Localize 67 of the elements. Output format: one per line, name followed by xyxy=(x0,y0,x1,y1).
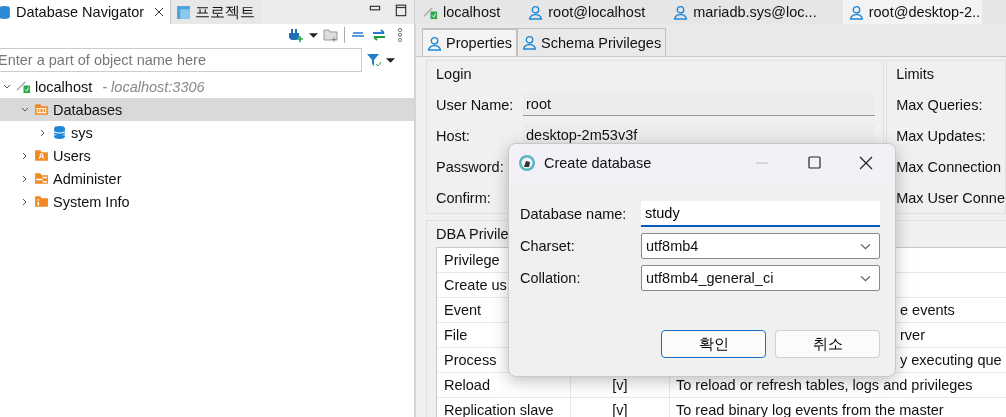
table-cell: Process xyxy=(444,352,497,368)
group-title: Limits xyxy=(896,65,935,84)
table-folder-icon xyxy=(34,102,49,117)
table-cell: Reload xyxy=(444,377,490,393)
field-label: Max Updates: xyxy=(896,127,986,144)
field-label: Confirm: xyxy=(436,189,492,206)
dialog-title: Create database xyxy=(544,155,652,171)
panel-tab[interactable]: Database Navigator xyxy=(0,0,171,24)
tree-item[interactable]: Administer xyxy=(0,167,414,190)
field-label: Password: xyxy=(436,158,505,175)
table-cell-text: To reload or refresh tables, logs and privileges xyxy=(675,377,973,393)
group-title: Login xyxy=(436,65,472,84)
tree-item[interactable]: sys xyxy=(0,121,414,144)
add-connection-icon[interactable] xyxy=(288,27,304,43)
ok-button[interactable]: 확인 xyxy=(661,330,766,358)
users-folder-icon xyxy=(34,148,49,163)
editor-tab[interactable]: root@localhost xyxy=(526,0,672,24)
table-cell: rver xyxy=(900,327,925,343)
window-icon xyxy=(176,4,192,20)
field-label: Collation: xyxy=(520,270,582,286)
field-label: Host: xyxy=(436,127,471,144)
group-title: DBA Privile xyxy=(436,225,509,244)
app-icon xyxy=(518,154,536,172)
cancel-button[interactable]: 취소 xyxy=(775,330,880,358)
info-folder-icon xyxy=(34,194,49,209)
field-label: Max Queries: xyxy=(896,96,983,113)
user-icon xyxy=(427,35,442,51)
database-icon xyxy=(0,4,12,20)
editor-tab[interactable]: localhost xyxy=(421,0,527,24)
user-icon xyxy=(528,4,544,20)
tree-item[interactable]: localhost - localhost:3306 xyxy=(0,75,414,98)
editor-tab[interactable]: root@desktop-2.. xyxy=(842,0,983,24)
user-icon xyxy=(848,4,864,20)
field-label: Charset: xyxy=(520,238,576,254)
sub-tab[interactable]: Properties xyxy=(422,28,518,56)
table-cell: Event xyxy=(444,302,482,318)
user-icon xyxy=(522,35,538,50)
user-icon xyxy=(673,4,689,20)
table-cell: e events xyxy=(900,302,955,318)
filter-icon[interactable] xyxy=(366,52,382,68)
field-label: Max Connection xyxy=(896,158,1001,175)
field-label: Max User Conne xyxy=(896,189,1005,206)
database-icon xyxy=(52,125,67,140)
panel-tab[interactable]: 프로젝트 xyxy=(170,0,262,24)
caret-icon[interactable] xyxy=(309,30,318,40)
dropdown[interactable]: utf8mb4_general_ci xyxy=(641,265,880,291)
editor-tab[interactable]: mariadb.sys@loc... xyxy=(671,0,843,24)
connection-icon xyxy=(16,79,31,94)
caret-icon[interactable] xyxy=(386,55,395,65)
table-cell: [v] xyxy=(612,377,628,393)
tree-item[interactable]: System Info xyxy=(0,190,414,213)
tree-item[interactable]: Databases xyxy=(0,98,414,121)
tree-item[interactable]: Users xyxy=(0,144,414,167)
table-cell: Create us xyxy=(444,277,507,293)
link-arrows-icon[interactable] xyxy=(371,27,387,43)
maximize-icon[interactable] xyxy=(394,4,408,18)
field-label: Database name: xyxy=(520,206,628,222)
field-label: User Name: xyxy=(436,96,515,113)
table-cell: y executing que xyxy=(900,352,1002,368)
column-header: Privilege xyxy=(444,252,500,268)
name-field[interactable]: study xyxy=(641,201,880,227)
close-icon[interactable] xyxy=(154,7,165,17)
sub-tab[interactable]: Schema Privileges xyxy=(517,28,667,56)
search-field[interactable]: Enter a part of object name here xyxy=(0,48,362,72)
table-cell: File xyxy=(444,327,468,343)
dropdown[interactable]: utf8mb4 xyxy=(641,233,880,259)
text-field[interactable]: root xyxy=(523,93,875,116)
